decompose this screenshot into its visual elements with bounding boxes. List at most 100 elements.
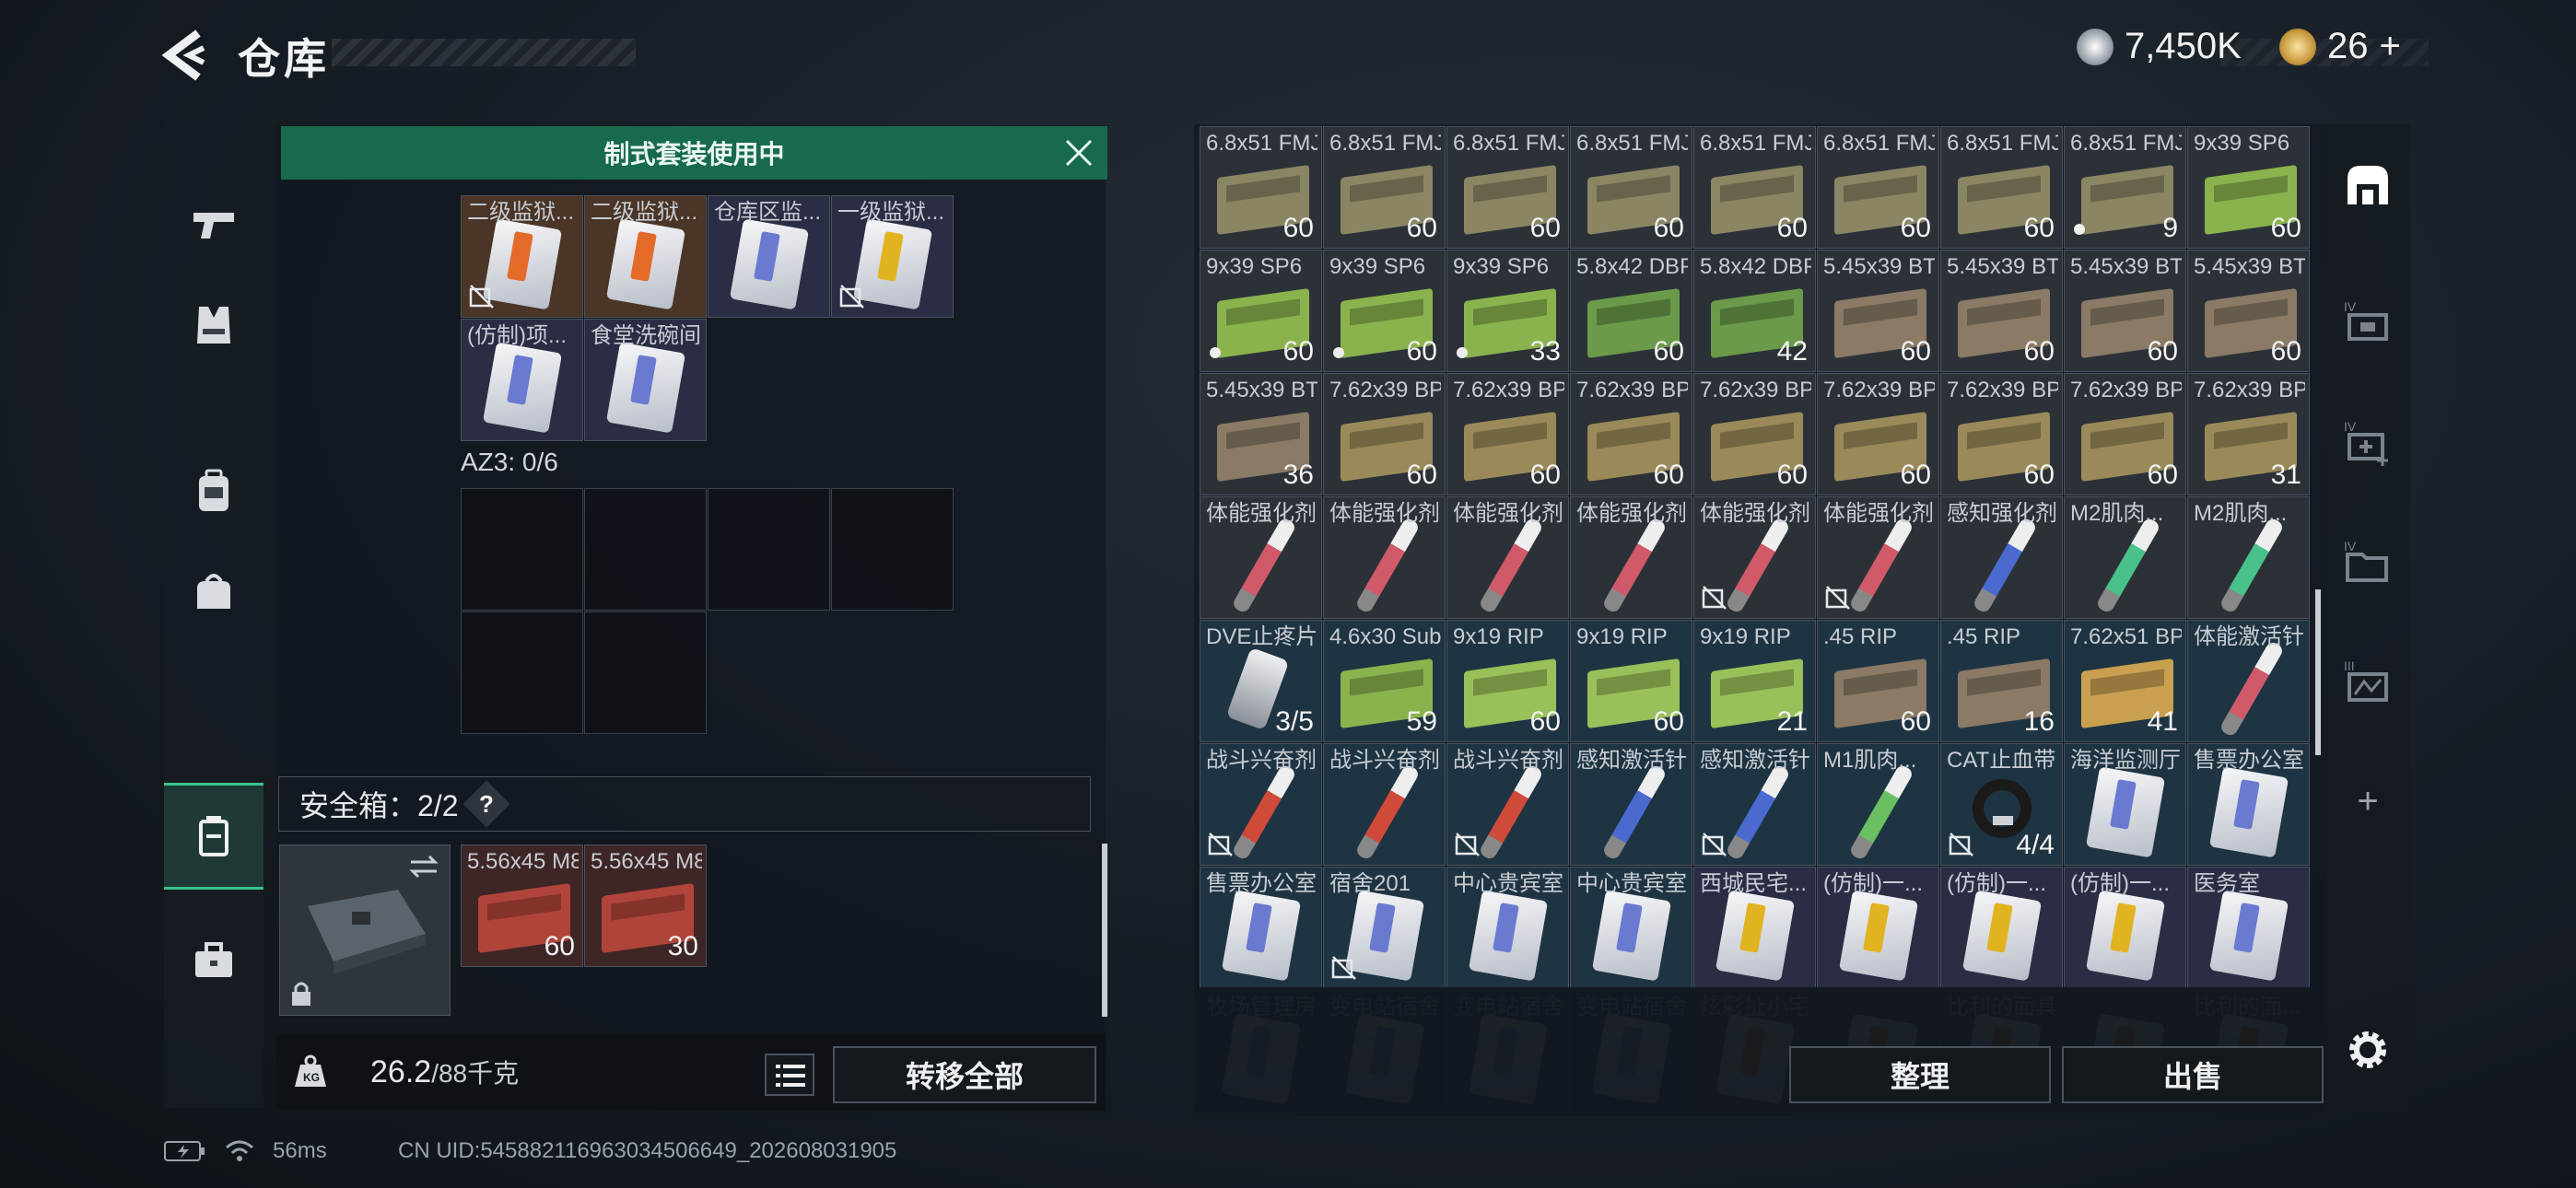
tab-storage-iii[interactable]: III: [2325, 631, 2410, 732]
inventory-item[interactable]: 9x19 RIP 60: [1446, 620, 1569, 742]
inventory-item[interactable]: 5.45x39 BT gzh 60: [1940, 250, 2063, 372]
inventory-item[interactable]: 二级监狱...: [461, 195, 583, 318]
inventory-item[interactable]: 5.56x45 M855A1 30: [584, 844, 707, 967]
inventory-item[interactable]: .45 RIP 60: [1817, 620, 1939, 742]
inventory-item[interactable]: 医务室: [2187, 867, 2310, 989]
ticket-plus[interactable]: +: [2380, 26, 2401, 67]
inventory-item[interactable]: 6.8x51 FMJ 60: [1570, 126, 1692, 249]
inventory-item[interactable]: 5.45x39 BT gzh 60: [1817, 250, 1939, 372]
inventory-item[interactable]: 9x39 SP6 60: [1200, 250, 1322, 372]
inventory-item[interactable]: 仓库区监...: [708, 195, 830, 318]
nav-backpack[interactable]: [164, 440, 263, 542]
inventory-item[interactable]: 5.45x39 BT gzh 60: [2064, 250, 2186, 372]
left-scrollbar[interactable]: [1102, 844, 1107, 1017]
inventory-item[interactable]: .45 RIP 16: [1940, 620, 2063, 742]
inventory-item[interactable]: 二级监狱...: [584, 195, 707, 318]
inventory-item[interactable]: 西城民宅...: [1693, 867, 1816, 989]
inventory-item[interactable]: 体能强化剂: [1693, 496, 1816, 619]
inventory-item[interactable]: 5.45x39 BT gzh 36: [1200, 373, 1322, 495]
nav-briefcase[interactable]: [164, 910, 263, 1011]
sort-button[interactable]: 整理: [1789, 1046, 2051, 1103]
inventory-item[interactable]: 体能激活针: [2187, 620, 2310, 742]
inventory-item[interactable]: 感知激活针: [1693, 743, 1816, 866]
nav-weapons[interactable]: [164, 173, 263, 274]
empty-slot[interactable]: [584, 611, 707, 734]
inventory-item[interactable]: (仿制)一...: [1817, 867, 1939, 989]
inventory-item[interactable]: 体能强化剂: [1570, 496, 1692, 619]
inventory-item[interactable]: 宿舍201: [1323, 867, 1446, 989]
inventory-item[interactable]: (仿制)项...: [461, 319, 583, 441]
tab-storage-iv-a[interactable]: IV: [2325, 272, 2410, 373]
tab-storage-iv-b[interactable]: IV: [2325, 391, 2410, 493]
inventory-item[interactable]: 6.8x51 FMJ 60: [1200, 126, 1322, 249]
inventory-item[interactable]: 感知强化剂: [1940, 496, 2063, 619]
ticket-display[interactable]: 26 +: [2279, 26, 2401, 67]
inventory-item[interactable]: 7.62x39 BP 60: [1446, 373, 1569, 495]
inventory-item[interactable]: M2肌肉...: [2187, 496, 2310, 619]
inventory-item[interactable]: 7.62x39 BP 60: [1570, 373, 1692, 495]
inventory-item[interactable]: 4.6x30 Subsonic 59: [1323, 620, 1446, 742]
inventory-item[interactable]: 5.45x39 BT gzh 60: [2187, 250, 2310, 372]
inventory-item[interactable]: 7.62x39 BP 60: [1940, 373, 2063, 495]
inventory-item[interactable]: 感知激活针: [1570, 743, 1692, 866]
inventory-item[interactable]: 6.8x51 FMJ 60: [1817, 126, 1939, 249]
inventory-item[interactable]: 5.56x45 M855A1 60: [461, 844, 583, 967]
settings-button[interactable]: [2325, 999, 2410, 1101]
nav-safe-case[interactable]: [164, 783, 263, 890]
inventory-item[interactable]: 7.62x39 BP 31: [2187, 373, 2310, 495]
transfer-all-button[interactable]: 转移全部: [833, 1046, 1096, 1103]
tab-all-storage[interactable]: [2325, 134, 2410, 235]
inventory-item[interactable]: 一级监狱...: [831, 195, 954, 318]
inventory-item[interactable]: 9x19 RIP 21: [1693, 620, 1816, 742]
inventory-item[interactable]: 6.8x51 FMJ 60: [1693, 126, 1816, 249]
inventory-item[interactable]: 7.62x39 BP 60: [1323, 373, 1446, 495]
nav-bag[interactable]: [164, 542, 263, 643]
inventory-item[interactable]: M2肌肉...: [2064, 496, 2186, 619]
add-tab-button[interactable]: +: [2325, 751, 2410, 852]
inventory-item[interactable]: 体能强化剂: [1323, 496, 1446, 619]
inventory-item[interactable]: 海洋监测厅: [2064, 743, 2186, 866]
inventory-item[interactable]: DVE止疼片 3/5: [1200, 620, 1322, 742]
inventory-item[interactable]: 中心贵宾室: [1446, 867, 1569, 989]
inventory-item[interactable]: 5.8x42 DBP10 42: [1693, 250, 1816, 372]
inventory-item[interactable]: 9x19 RIP 60: [1570, 620, 1692, 742]
inventory-item[interactable]: 5.8x42 DBP10 60: [1570, 250, 1692, 372]
inventory-item[interactable]: 7.62x39 BP 60: [1693, 373, 1816, 495]
inventory-item[interactable]: 9x39 SP6 33: [1446, 250, 1569, 372]
storage-scrollbar[interactable]: [2315, 589, 2321, 755]
inventory-item[interactable]: 战斗兴奋剂: [1323, 743, 1446, 866]
inventory-item[interactable]: 体能强化剂: [1446, 496, 1569, 619]
tab-storage-iv-c[interactable]: IV: [2325, 511, 2410, 612]
inventory-item[interactable]: 7.62x39 BP 60: [2064, 373, 2186, 495]
inventory-item[interactable]: 体能强化剂: [1817, 496, 1939, 619]
inventory-item[interactable]: 中心贵宾室: [1570, 867, 1692, 989]
swap-icon[interactable]: [407, 853, 440, 880]
empty-slot[interactable]: [461, 611, 583, 734]
inventory-item[interactable]: CAT止血带 4/4: [1940, 743, 2063, 866]
inventory-item[interactable]: 售票办公室: [1200, 867, 1322, 989]
inventory-item[interactable]: (仿制)一...: [1940, 867, 2063, 989]
close-icon[interactable]: [1063, 137, 1095, 169]
inventory-item[interactable]: 6.8x51 FMJ 60: [1323, 126, 1446, 249]
sell-button[interactable]: 出售: [2062, 1046, 2324, 1103]
inventory-item[interactable]: 食堂洗碗间: [584, 319, 707, 441]
inventory-item[interactable]: 6.8x51 FMJ 9: [2064, 126, 2186, 249]
empty-slot[interactable]: [584, 488, 707, 611]
empty-slot[interactable]: [461, 488, 583, 611]
inventory-item[interactable]: (仿制)一...: [2064, 867, 2186, 989]
empty-slot[interactable]: [831, 488, 954, 611]
safe-case-slot[interactable]: [279, 844, 451, 1016]
inventory-item[interactable]: 9x39 SP6 60: [2187, 126, 2310, 249]
back-arrow-icon[interactable]: [161, 28, 209, 83]
inventory-item[interactable]: 7.62x39 BP 60: [1817, 373, 1939, 495]
inventory-item[interactable]: 体能强化剂: [1200, 496, 1322, 619]
inventory-item[interactable]: 6.8x51 FMJ 60: [1940, 126, 2063, 249]
inventory-item[interactable]: 6.8x51 FMJ 60: [1446, 126, 1569, 249]
inventory-item[interactable]: M1肌肉...: [1817, 743, 1939, 866]
help-icon[interactable]: ?: [463, 780, 509, 828]
list-view-button[interactable]: [765, 1054, 814, 1096]
inventory-item[interactable]: 7.62x51 BPZ 41: [2064, 620, 2186, 742]
nav-vest[interactable]: [164, 274, 263, 376]
inventory-item[interactable]: 9x39 SP6 60: [1323, 250, 1446, 372]
inventory-item[interactable]: 售票办公室: [2187, 743, 2310, 866]
